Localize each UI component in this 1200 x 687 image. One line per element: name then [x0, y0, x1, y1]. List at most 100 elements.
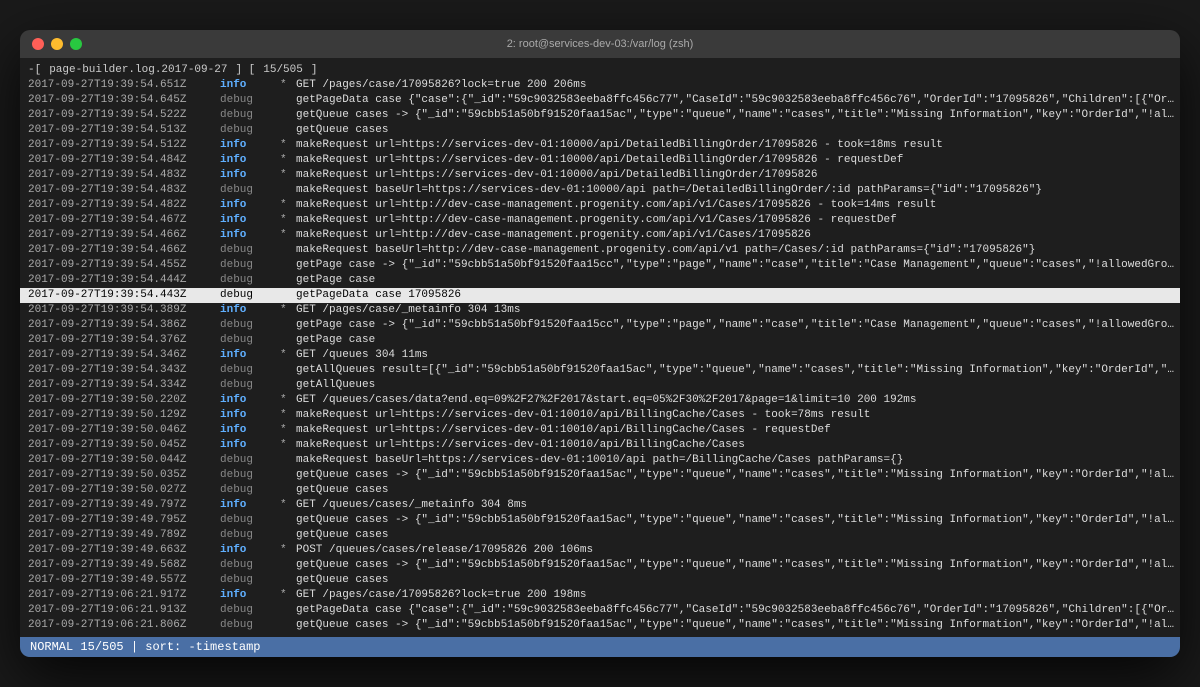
status-separator [73, 640, 80, 654]
log-message: getPage case -> {"_id":"59cbb51a50bf9152… [296, 318, 1180, 333]
log-level: info [220, 213, 280, 228]
close-button[interactable] [32, 38, 44, 50]
log-timestamp: 2017-09-27T19:39:50.044Z [20, 453, 220, 468]
log-level: info [220, 138, 280, 153]
window-title: 2: root@services-dev-03:/var/log (zsh) [507, 38, 694, 50]
log-message: makeRequest url=https://services-dev-01:… [296, 438, 745, 453]
log-star: * [280, 153, 296, 168]
log-level: info [220, 348, 280, 363]
log-level: debug [220, 513, 280, 528]
log-star [280, 573, 296, 588]
log-timestamp: 2017-09-27T19:39:54.483Z [20, 168, 220, 183]
log-line: 2017-09-27T19:39:54.483ZdebugmakeRequest… [20, 183, 1180, 198]
log-level: debug [220, 93, 280, 108]
log-star [280, 183, 296, 198]
log-line: 2017-09-27T19:39:54.483Zinfo*makeRequest… [20, 168, 1180, 183]
log-timestamp: 2017-09-27T19:39:50.027Z [20, 483, 220, 498]
log-line: 2017-09-27T19:39:49.795ZdebuggetQueue ca… [20, 513, 1180, 528]
log-level: debug [220, 333, 280, 348]
log-message: GET /pages/case/17095826?lock=true 200 2… [296, 78, 586, 93]
log-timestamp: 2017-09-27T19:39:49.568Z [20, 558, 220, 573]
log-message: makeRequest url=https://services-dev-01:… [296, 138, 943, 153]
terminal-window: 2: root@services-dev-03:/var/log (zsh) -… [20, 30, 1180, 657]
log-level: debug [220, 258, 280, 273]
log-star [280, 108, 296, 123]
log-message: makeRequest url=http://dev-case-manageme… [296, 213, 897, 228]
log-star [280, 528, 296, 543]
log-timestamp: 2017-09-27T19:39:54.346Z [20, 348, 220, 363]
log-timestamp: 2017-09-27T19:39:50.045Z [20, 438, 220, 453]
header-separator-left: -[ [28, 64, 41, 76]
log-message: GET /queues/cases/_metainfo 304 8ms [296, 498, 527, 513]
log-message: GET /pages/case/_metainfo 304 13ms [296, 303, 520, 318]
header-filename: page-builder.log.2017-09-27 [49, 64, 227, 76]
log-star [280, 558, 296, 573]
log-line: 2017-09-27T19:39:50.129Zinfo*makeRequest… [20, 408, 1180, 423]
log-line: 2017-09-27T19:06:21.917Zinfo*GET /pages/… [20, 588, 1180, 603]
log-star [280, 483, 296, 498]
log-message: getPageData case {"case":{"_id":"59c9032… [296, 93, 1180, 108]
log-message: makeRequest url=https://services-dev-01:… [296, 408, 870, 423]
log-timestamp: 2017-09-27T19:39:54.483Z [20, 183, 220, 198]
log-timestamp: 2017-09-27T19:39:50.129Z [20, 408, 220, 423]
log-level: info [220, 543, 280, 558]
log-level: info [220, 588, 280, 603]
log-level: debug [220, 603, 280, 618]
log-star: * [280, 228, 296, 243]
status-sort-separator: | [124, 640, 146, 654]
log-level: debug [220, 288, 280, 303]
log-message: makeRequest url=https://services-dev-01:… [296, 168, 818, 183]
log-star: * [280, 438, 296, 453]
log-level: debug [220, 573, 280, 588]
log-timestamp: 2017-09-27T19:39:50.035Z [20, 468, 220, 483]
log-level: info [220, 423, 280, 438]
log-star: * [280, 393, 296, 408]
log-line: 2017-09-27T19:39:50.045Zinfo*makeRequest… [20, 438, 1180, 453]
log-line: 2017-09-27T19:39:49.568ZdebuggetQueue ca… [20, 558, 1180, 573]
log-line: 2017-09-27T19:39:49.789ZdebuggetQueue ca… [20, 528, 1180, 543]
log-line: 2017-09-27T19:39:49.557ZdebuggetQueue ca… [20, 573, 1180, 588]
log-timestamp: 2017-09-27T19:39:54.455Z [20, 258, 220, 273]
log-star [280, 513, 296, 528]
log-message: makeRequest url=https://services-dev-01:… [296, 153, 903, 168]
title-bar: 2: root@services-dev-03:/var/log (zsh) [20, 30, 1180, 58]
log-timestamp: 2017-09-27T19:39:54.444Z [20, 273, 220, 288]
log-message: GET /pages/case/17095826?lock=true 200 1… [296, 588, 586, 603]
log-timestamp: 2017-09-27T19:39:54.466Z [20, 228, 220, 243]
log-timestamp: 2017-09-27T19:39:54.343Z [20, 363, 220, 378]
log-line: 2017-09-27T19:39:54.512Zinfo*makeRequest… [20, 138, 1180, 153]
log-line: 2017-09-27T19:39:54.444ZdebuggetPage cas… [20, 273, 1180, 288]
log-line: 2017-09-27T19:39:54.389Zinfo*GET /pages/… [20, 303, 1180, 318]
log-line: 2017-09-27T19:39:50.035ZdebuggetQueue ca… [20, 468, 1180, 483]
log-message: getAllQueues [296, 378, 375, 393]
log-level: debug [220, 483, 280, 498]
header-separator-right: ] [311, 64, 318, 76]
minimize-button[interactable] [51, 38, 63, 50]
log-star [280, 258, 296, 273]
log-line: 2017-09-27T19:39:54.513ZdebuggetQueue ca… [20, 123, 1180, 138]
log-timestamp: 2017-09-27T19:39:54.386Z [20, 318, 220, 333]
log-level: debug [220, 558, 280, 573]
log-line: 2017-09-27T19:39:54.334ZdebuggetAllQueue… [20, 378, 1180, 393]
log-timestamp: 2017-09-27T19:39:49.795Z [20, 513, 220, 528]
log-line: 2017-09-27T19:39:54.376ZdebuggetPage cas… [20, 333, 1180, 348]
log-timestamp: 2017-09-27T19:39:50.046Z [20, 423, 220, 438]
log-level: info [220, 168, 280, 183]
maximize-button[interactable] [70, 38, 82, 50]
log-star: * [280, 198, 296, 213]
log-level: debug [220, 183, 280, 198]
log-line: 2017-09-27T19:39:50.027ZdebuggetQueue ca… [20, 483, 1180, 498]
log-star [280, 273, 296, 288]
log-message: getPageData case 17095826 [296, 288, 461, 303]
log-line: 2017-09-27T19:39:49.663Zinfo*POST /queue… [20, 543, 1180, 558]
header-position: 15/505 [263, 64, 303, 76]
log-timestamp: 2017-09-27T19:06:21.917Z [20, 588, 220, 603]
log-star [280, 243, 296, 258]
log-level: info [220, 228, 280, 243]
log-line: 2017-09-27T19:39:54.466Zinfo*makeRequest… [20, 228, 1180, 243]
log-star [280, 333, 296, 348]
log-timestamp: 2017-09-27T19:39:49.663Z [20, 543, 220, 558]
status-mode: NORMAL [30, 640, 73, 654]
log-timestamp: 2017-09-27T19:39:54.522Z [20, 108, 220, 123]
log-message: getQueue cases [296, 573, 388, 588]
